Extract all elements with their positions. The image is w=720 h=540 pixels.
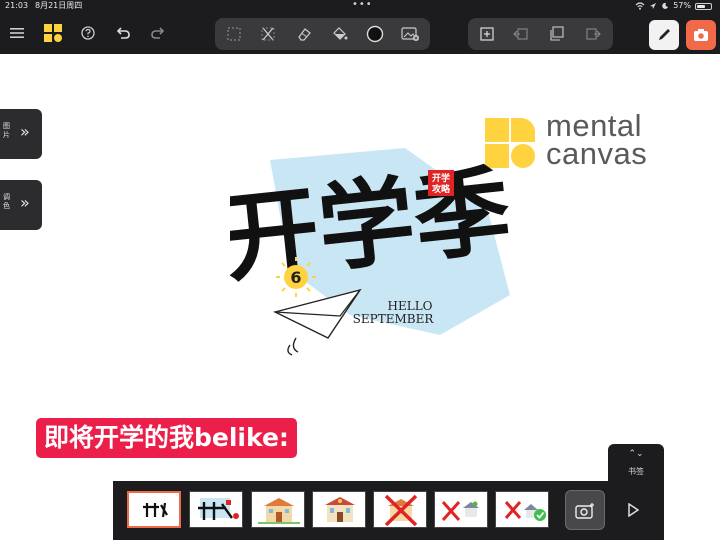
side-panel-colors[interactable]: 调色 » [0,180,42,230]
camera-plus-icon [575,502,594,519]
caption-banner: 即将开学的我belike: [36,418,297,458]
moon-icon [662,2,669,9]
drawing-tools-group [215,18,430,50]
status-right: 57% [635,0,712,12]
help-icon[interactable] [75,20,101,46]
side-panel-images[interactable]: 图片 » [0,109,42,159]
bookmark-label: 书签 [628,467,644,476]
filmstrip [113,481,664,540]
menu-icon[interactable] [4,20,30,46]
brand-wordmark: mental canvas [546,110,648,171]
camera-icon[interactable] [686,20,716,50]
bookmark-button[interactable]: ⌃⌄ 书签 [608,444,664,486]
cut-icon[interactable] [255,21,281,47]
status-bar: 21:03 8月21日周四 ••• 57% [0,0,720,12]
copy-frame-icon[interactable] [544,21,570,47]
multitask-dots[interactable]: ••• [352,0,373,10]
thumbnail-crossed-house[interactable] [434,491,488,528]
title-color-icon [198,498,239,520]
thumbnail-school-building[interactable] [251,491,305,528]
thumbnail-crossed-house-check[interactable] [495,491,549,528]
crossed-house-icon [441,501,479,521]
battery-icon [695,2,712,10]
battery-percent: 57% [673,1,691,10]
paper-plane-icon [272,288,362,356]
title-sketch-icon [143,502,168,518]
seal-bottom-text: 攻略 [432,183,451,195]
fill-bucket-icon[interactable] [327,21,353,47]
pen-icon[interactable] [649,20,679,50]
canvas-artwork[interactable]: 开学季 开学 攻略 6 HELLO SEPTEMBER [230,140,530,375]
color-circle-icon[interactable] [362,21,388,47]
undo-icon[interactable] [110,20,136,46]
side-panel-label: 调色 [3,193,10,210]
main-toolbar [0,12,720,54]
add-frame-icon[interactable] [474,21,500,47]
crossed-building-icon [384,494,418,527]
brand-line-2: canvas [546,136,648,171]
crossed-house-check-icon [504,501,546,521]
frame-left-icon[interactable] [508,21,534,47]
sun-number: 6 [290,268,301,287]
app-grid-icon[interactable] [40,20,66,46]
select-rect-icon[interactable] [221,21,247,47]
seal-top-text: 开学 [432,172,450,184]
redo-icon[interactable] [145,20,171,46]
double-chevron-right-icon: » [20,122,30,141]
eraser-icon[interactable] [291,21,317,47]
image-insert-icon[interactable] [397,21,423,47]
add-camera-frame-button[interactable] [565,490,605,530]
school-building-icon [325,497,355,522]
thumbnail-title-sketch[interactable] [127,491,181,528]
frame-right-icon[interactable] [580,21,606,47]
thumbnail-crossed-building[interactable] [373,491,427,528]
frame-tools-group [468,18,613,50]
thumbnail-school-building-2[interactable] [312,491,366,528]
status-time: 21:03 [5,1,29,10]
wifi-icon [635,2,645,10]
location-icon [650,3,657,9]
double-chevron-right-icon: » [20,193,30,212]
status-date: 8月21日周四 [35,1,83,10]
expand-arrows-icon: ⌃⌄ [628,449,644,459]
play-icon [628,503,639,517]
play-button[interactable] [621,498,645,522]
thumbnail-title-color[interactable] [189,491,243,528]
side-panel-label: 图片 [3,122,10,139]
school-building-icon [258,498,300,524]
hello-text: HELLO [388,299,433,313]
september-text: SEPTEMBER [353,312,435,326]
